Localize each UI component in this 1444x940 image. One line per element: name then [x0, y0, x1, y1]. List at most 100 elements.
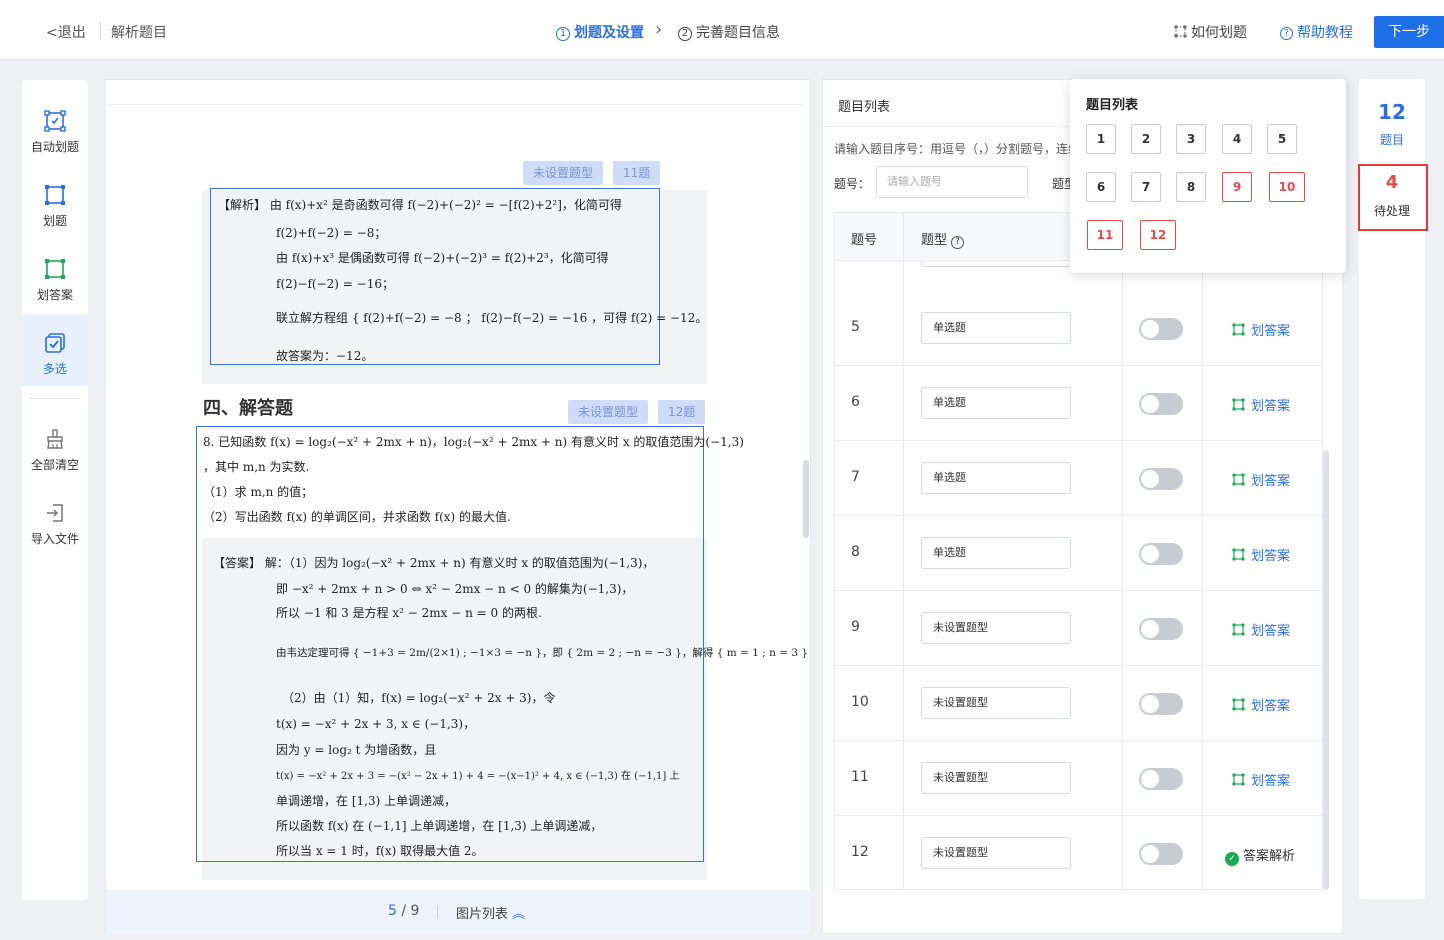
- answer-line: （2）由（1）知，f(x) = log₂(−x² + 2x + 3)，令: [282, 691, 556, 705]
- select-answer-link[interactable]: 划答案: [1232, 770, 1290, 789]
- question-type-select[interactable]: 未设置题型: [921, 837, 1071, 869]
- select-answer-link[interactable]: 划答案: [1232, 545, 1290, 564]
- tool-import-file[interactable]: 导入文件: [22, 484, 88, 556]
- section-title: 四、解答题: [203, 398, 293, 419]
- row-toggle-switch[interactable]: [1139, 693, 1183, 715]
- multi-select-icon: [45, 333, 65, 353]
- document-scrollbar[interactable]: [803, 460, 809, 538]
- row-toggle-switch[interactable]: [1139, 618, 1183, 640]
- page-title: 解析题目: [111, 25, 167, 41]
- question-type-tag[interactable]: 未设置题型: [568, 400, 649, 424]
- popover-question-button[interactable]: 5: [1267, 124, 1297, 154]
- select-answer-link[interactable]: 划答案: [1232, 620, 1290, 639]
- action-label: 答案解析: [1243, 849, 1296, 864]
- popover-question-button[interactable]: 9: [1222, 172, 1252, 202]
- select-answer-link[interactable]: 划答案: [1232, 470, 1290, 489]
- tool-select-question[interactable]: 划题: [22, 166, 88, 238]
- exit-label: 退出: [57, 25, 86, 41]
- column-divider: [1122, 261, 1123, 889]
- question-type-tag[interactable]: 未设置题型: [523, 161, 604, 185]
- tool-multi-select[interactable]: 多选: [22, 314, 88, 386]
- question-number: 9: [851, 619, 860, 635]
- answer-line: 单调递增，在 [1,3) 上单调递减，: [276, 794, 457, 808]
- tool-label: 划题: [42, 214, 67, 228]
- action-label: 划答案: [1251, 549, 1291, 564]
- answer-frame-icon: [1232, 473, 1245, 486]
- popover-question-button[interactable]: 11: [1087, 220, 1123, 250]
- tool-label: 划答案: [36, 288, 73, 302]
- tool-label: 导入文件: [30, 532, 79, 546]
- page-indicator: 5 / 9: [388, 903, 419, 919]
- total-questions-count[interactable]: 12: [1359, 100, 1425, 124]
- howto-label: 如何划题: [1191, 25, 1247, 41]
- popover-title: 题目列表: [1086, 98, 1139, 113]
- tool-select-answer[interactable]: 划答案: [22, 240, 88, 312]
- question-type-select[interactable]: 未设置题型: [921, 687, 1071, 719]
- popover-question-button[interactable]: 3: [1176, 124, 1206, 154]
- frame-icon: [45, 185, 65, 205]
- double-chevron-up-icon: ︽: [512, 907, 526, 922]
- frame-icon: [1174, 25, 1187, 38]
- row-toggle-switch[interactable]: [1139, 318, 1183, 340]
- tool-label: 自动划题: [30, 140, 79, 154]
- popover-question-button[interactable]: 12: [1140, 220, 1176, 250]
- row-toggle-switch[interactable]: [1139, 768, 1183, 790]
- popover-question-button[interactable]: 7: [1131, 172, 1161, 202]
- step-label: 完善题目信息: [696, 25, 780, 41]
- row-toggle-switch[interactable]: [1139, 843, 1183, 865]
- help-link[interactable]: ? 帮助教程: [1280, 22, 1353, 42]
- select-answer-link[interactable]: 划答案: [1232, 395, 1290, 414]
- popover-question-button[interactable]: 8: [1176, 172, 1206, 202]
- question-number: 12: [851, 844, 869, 860]
- step-select-and-settings[interactable]: 1 划题及设置: [556, 22, 644, 42]
- popover-question-button[interactable]: 6: [1086, 172, 1116, 202]
- question-circle-icon: ?: [1280, 27, 1293, 40]
- question-circle-icon[interactable]: ?: [951, 236, 965, 249]
- action-label: 划答案: [1251, 324, 1291, 339]
- table-row: 8 单选题 划答案: [835, 516, 1322, 591]
- row-toggle-switch[interactable]: [1139, 543, 1183, 565]
- import-icon: [47, 504, 63, 522]
- question-number: 6: [851, 394, 860, 410]
- next-step-button[interactable]: 下一步: [1374, 16, 1444, 48]
- tool-auto-select[interactable]: 自动划题: [22, 92, 88, 164]
- analysis-line: f(2)−f(−2) = −16；: [276, 277, 394, 291]
- clipped-type-select: [921, 261, 1071, 267]
- tool-clear-all[interactable]: 全部清空: [22, 410, 88, 482]
- answer-line: 因为 y = log₂ t 为增函数，且: [276, 743, 437, 757]
- answer-analysis-link[interactable]: ✓ 答案解析: [1225, 845, 1295, 866]
- action-label: 划答案: [1251, 624, 1291, 639]
- question-type-select[interactable]: 单选题: [921, 462, 1071, 494]
- question-number: 10: [851, 694, 869, 710]
- current-page: 5: [388, 903, 397, 919]
- question-number-tag[interactable]: 12题: [658, 400, 706, 424]
- divider: [437, 905, 438, 919]
- question-type-select[interactable]: 单选题: [921, 537, 1071, 569]
- table-row: 12 未设置题型 ✓ 答案解析: [835, 816, 1322, 889]
- exit-button[interactable]: <退出: [46, 22, 86, 42]
- select-answer-link[interactable]: 划答案: [1232, 320, 1290, 339]
- toggle-knob: [1141, 845, 1159, 863]
- popover-question-button[interactable]: 4: [1222, 124, 1252, 154]
- column-divider: [1202, 261, 1203, 889]
- question-number-tag[interactable]: 11题: [613, 161, 661, 185]
- question-type-label: 题型: [1052, 177, 1070, 191]
- answer-frame-icon: [1232, 323, 1245, 336]
- question-type-select[interactable]: 未设置题型: [921, 762, 1071, 794]
- popover-question-button[interactable]: 1: [1086, 124, 1116, 154]
- popover-question-button[interactable]: 2: [1131, 124, 1161, 154]
- row-toggle-switch[interactable]: [1139, 468, 1183, 490]
- image-list-button[interactable]: 图片列表 ︽: [456, 903, 525, 922]
- step-complete-info[interactable]: 2 完善题目信息: [678, 22, 780, 42]
- question-type-select[interactable]: 单选题: [921, 387, 1071, 419]
- toggle-knob: [1141, 620, 1159, 638]
- question-type-select[interactable]: 未设置题型: [921, 612, 1071, 644]
- question-number: 7: [851, 469, 860, 485]
- popover-question-button[interactable]: 10: [1269, 172, 1305, 202]
- question-type-select[interactable]: 单选题: [921, 312, 1071, 344]
- row-toggle-switch[interactable]: [1139, 393, 1183, 415]
- howto-link[interactable]: 如何划题: [1174, 22, 1247, 42]
- question-number-input[interactable]: 请输入题号: [876, 166, 1028, 198]
- question-list-scrollbar[interactable]: [1323, 450, 1329, 890]
- select-answer-link[interactable]: 划答案: [1232, 695, 1290, 714]
